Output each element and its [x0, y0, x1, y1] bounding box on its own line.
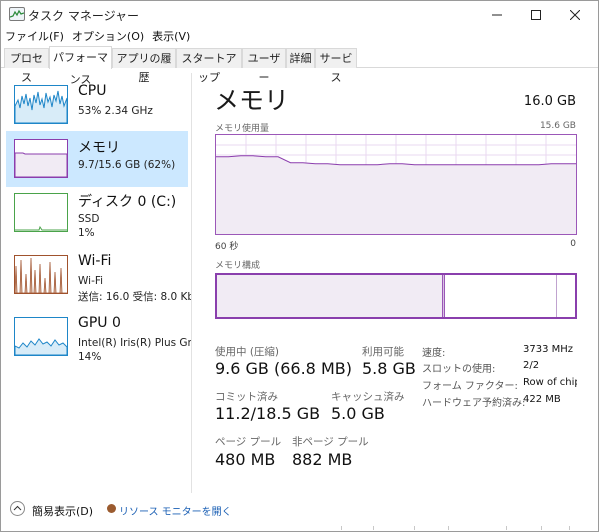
- tab-strip: プロセス パフォーマンス アプリの履歴 スタートアップ ユーザー 詳細 サービス: [1, 46, 598, 86]
- composition-in-use: [217, 275, 442, 317]
- in-use-value: 9.6 GB (66.8 MB): [215, 359, 352, 378]
- memory-usage-thumbnail: [14, 139, 68, 178]
- committed-value: 11.2/18.5 GB: [215, 404, 321, 423]
- resource-detail: Intel(R) Iris(R) Plus Graphics: [78, 337, 191, 349]
- composition-modified: [442, 275, 445, 317]
- usage-area: [216, 155, 576, 234]
- task-manager-app-icon: [9, 7, 25, 21]
- tab-startup[interactable]: スタートアップ: [176, 48, 242, 84]
- resource-name: CPU: [78, 83, 107, 99]
- total-memory: 16.0 GB: [523, 94, 576, 109]
- available-value: 5.8 GB: [362, 359, 416, 378]
- footer-bar: 簡易表示(D) リソース モニターを開く: [1, 498, 598, 522]
- cached-label: キャッシュ済み: [331, 391, 405, 403]
- form-factor-value: Row of chips: [523, 377, 577, 388]
- paged-pool-label: ページ プール: [215, 436, 282, 448]
- in-use-label: 使用中 (圧縮): [215, 346, 280, 358]
- resource-detail-2: 1%: [78, 227, 95, 239]
- resource-name: GPU 0: [78, 315, 121, 331]
- resource-name: Wi-Fi: [78, 253, 112, 269]
- tab-performance[interactable]: パフォーマンス: [49, 46, 112, 86]
- title-bar: タスク マネージャー: [1, 1, 598, 28]
- resource-gpu[interactable]: GPU 0 Intel(R) Iris(R) Plus Graphics 14%: [6, 309, 191, 365]
- menu-view[interactable]: 表示(V): [148, 28, 190, 46]
- tab-app-history[interactable]: アプリの履歴: [112, 48, 176, 84]
- resource-monitor-icon: [107, 504, 116, 513]
- tab-details[interactable]: 詳細: [286, 48, 315, 68]
- composition-caption: メモリ構成: [215, 261, 261, 271]
- menu-options[interactable]: オプション(O): [68, 28, 144, 46]
- disk-usage-thumbnail: [14, 193, 68, 232]
- hardware-reserved-value: 422 MB: [523, 394, 561, 405]
- resource-list: CPU 53% 2.34 GHz メモリ 9.7/15.6 GB (62%) デ…: [1, 73, 191, 493]
- slots-used-label: スロットの使用:: [422, 364, 496, 375]
- menu-file[interactable]: ファイル(F): [1, 28, 64, 46]
- usage-graph-caption: メモリ使用量: [215, 124, 270, 134]
- nonpaged-pool-value: 882 MB: [292, 450, 353, 469]
- open-resource-monitor-link[interactable]: リソース モニターを開く: [119, 503, 232, 518]
- resource-disk[interactable]: ディスク 0 (C:) SSD 1%: [6, 185, 188, 241]
- resource-detail: 9.7/15.6 GB (62%): [78, 159, 176, 171]
- memory-usage-graph: [215, 134, 577, 235]
- menu-bar: ファイル(F) オプション(O) 表示(V): [1, 28, 194, 46]
- tab-processes[interactable]: プロセス: [4, 48, 49, 84]
- composition-free: [557, 275, 575, 317]
- fewer-details-button[interactable]: [10, 501, 25, 516]
- tab-services[interactable]: サービス: [315, 48, 357, 84]
- resource-detail: SSD: [78, 213, 100, 225]
- resource-detail-2: 送信: 16.0 受信: 8.0 Kbps: [78, 291, 191, 303]
- available-label: 利用可能: [362, 346, 404, 358]
- paged-pool-value: 480 MB: [215, 450, 276, 469]
- tab-users[interactable]: ユーザー: [242, 48, 286, 84]
- speed-value: 3733 MHz: [523, 344, 574, 355]
- nonpaged-pool-label: 非ページ プール: [292, 436, 369, 448]
- resource-memory[interactable]: メモリ 9.7/15.6 GB (62%): [6, 131, 188, 187]
- memory-usage-chart: [216, 135, 576, 234]
- resource-detail: 53% 2.34 GHz: [78, 105, 153, 117]
- close-button[interactable]: [552, 1, 598, 28]
- resize-grip-bar: [1, 524, 598, 532]
- hardware-reserved-label: ハードウェア予約済み:: [422, 398, 526, 409]
- close-icon: [570, 9, 580, 20]
- minimize-icon: [492, 14, 502, 15]
- resource-wifi[interactable]: Wi-Fi Wi-Fi 送信: 16.0 受信: 8.0 Kbps: [6, 247, 191, 303]
- memory-composition-bar: [215, 273, 577, 319]
- pane-divider[interactable]: [191, 73, 192, 493]
- cpu-usage-thumbnail: [14, 85, 68, 124]
- resource-name: メモリ: [78, 140, 120, 156]
- window-title: タスク マネージャー: [28, 9, 139, 23]
- resource-name: ディスク 0 (C:): [78, 194, 177, 210]
- page-title: メモリ: [214, 86, 290, 115]
- form-factor-label: フォーム ファクター:: [422, 381, 518, 392]
- task-manager-window: タスク マネージャー ファイル(F) オプション(O) 表示(V) プロセス パ…: [0, 0, 599, 532]
- fewer-details-link[interactable]: 簡易表示(D): [32, 503, 93, 519]
- graph-axis-start: 60 秒: [215, 242, 239, 252]
- usage-graph-max: 15.6 GB: [539, 121, 576, 131]
- graph-axis-end: 0: [570, 239, 576, 249]
- resource-cpu[interactable]: CPU 53% 2.34 GHz: [6, 77, 188, 133]
- maximize-icon: [531, 9, 541, 20]
- resource-detail-2: 14%: [78, 351, 102, 363]
- cached-value: 5.0 GB: [331, 404, 385, 423]
- slots-used-value: 2/2: [523, 360, 540, 371]
- gpu-usage-thumbnail: [14, 317, 68, 356]
- chevron-up-icon: [13, 505, 22, 511]
- resource-detail: Wi-Fi: [78, 275, 104, 287]
- committed-label: コミット済み: [215, 391, 278, 403]
- wifi-usage-thumbnail: [14, 255, 68, 294]
- speed-label: 速度:: [422, 348, 446, 359]
